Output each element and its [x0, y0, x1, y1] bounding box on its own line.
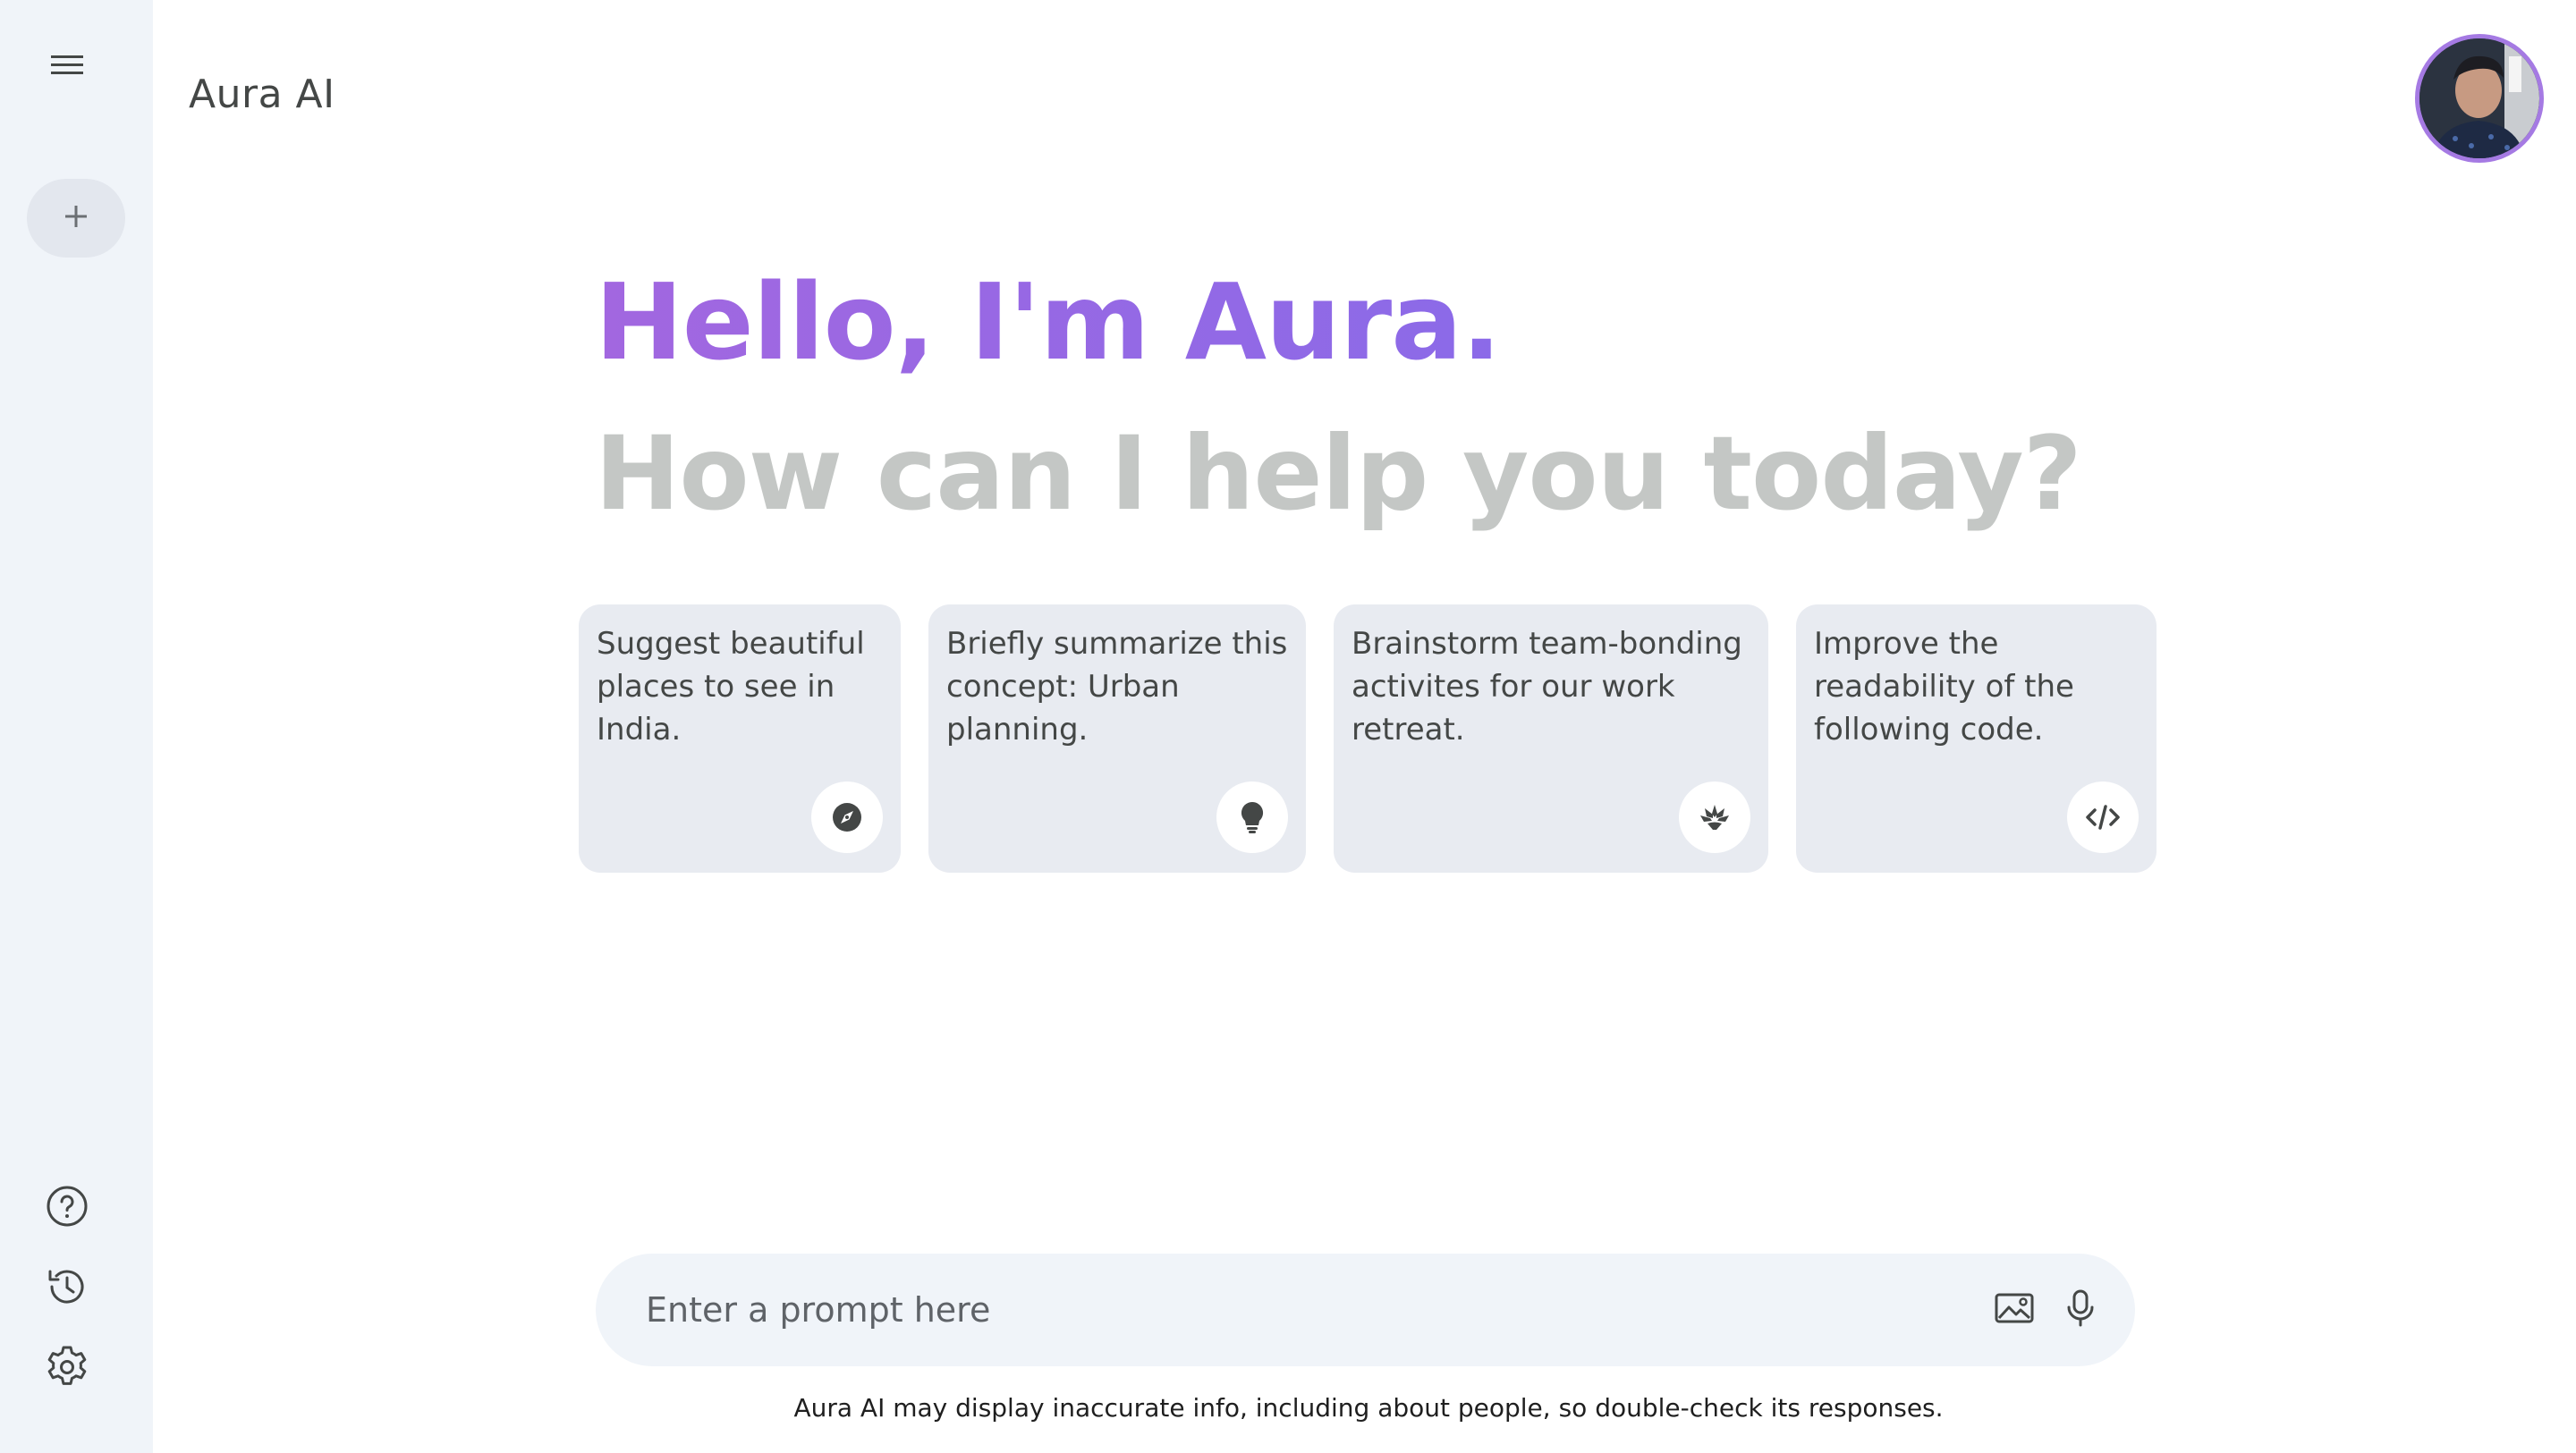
- plus-icon: [63, 203, 89, 233]
- prompt-bar: [596, 1254, 2135, 1366]
- disclaimer-text: Aura AI may display inaccurate info, inc…: [793, 1393, 1944, 1423]
- gear-icon: [44, 1344, 90, 1394]
- suggestion-text: Suggest beautiful places to see in India…: [597, 626, 865, 748]
- lightbulb-icon: [1216, 781, 1288, 853]
- suggestion-card-code[interactable]: Improve the readability of the following…: [1796, 604, 2157, 873]
- lotus-icon: [1679, 781, 1750, 853]
- suggestion-card-summarize[interactable]: Briefly summarize this concept: Urban pl…: [928, 604, 1306, 873]
- menu-button[interactable]: [38, 38, 97, 97]
- app-title: Aura AI: [189, 72, 335, 117]
- microphone-button[interactable]: [2054, 1283, 2107, 1337]
- compass-icon: [811, 781, 883, 853]
- hamburger-icon: [49, 52, 85, 82]
- app-root: Aura AI Hello, I'm Aura. How can I help …: [0, 0, 2576, 1453]
- suggestion-text: Improve the readability of the following…: [1814, 626, 2074, 748]
- suggestion-text: Brainstorm team-bonding activites for ou…: [1352, 626, 1742, 748]
- user-avatar[interactable]: [2415, 34, 2544, 163]
- help-circle-icon: [45, 1184, 89, 1232]
- suggestion-card-brainstorm[interactable]: Brainstorm team-bonding activites for ou…: [1334, 604, 1768, 873]
- sidebar: [0, 0, 153, 1453]
- code-icon: [2067, 781, 2139, 853]
- prompt-input[interactable]: [646, 1254, 1943, 1366]
- settings-button[interactable]: [38, 1339, 97, 1398]
- help-button[interactable]: [38, 1178, 97, 1238]
- greeting-title: Hello, I'm Aura.: [595, 260, 1502, 384]
- history-icon: [44, 1263, 90, 1314]
- activity-button[interactable]: [38, 1259, 97, 1318]
- upload-image-button[interactable]: [1987, 1283, 2041, 1337]
- image-icon: [1994, 1290, 2035, 1330]
- suggestion-text: Briefly summarize this concept: Urban pl…: [946, 626, 1288, 748]
- microphone-icon: [2065, 1288, 2096, 1331]
- suggestion-card-places[interactable]: Suggest beautiful places to see in India…: [579, 604, 901, 873]
- new-chat-button[interactable]: [27, 179, 125, 258]
- greeting-subtitle: How can I help you today?: [595, 414, 2082, 533]
